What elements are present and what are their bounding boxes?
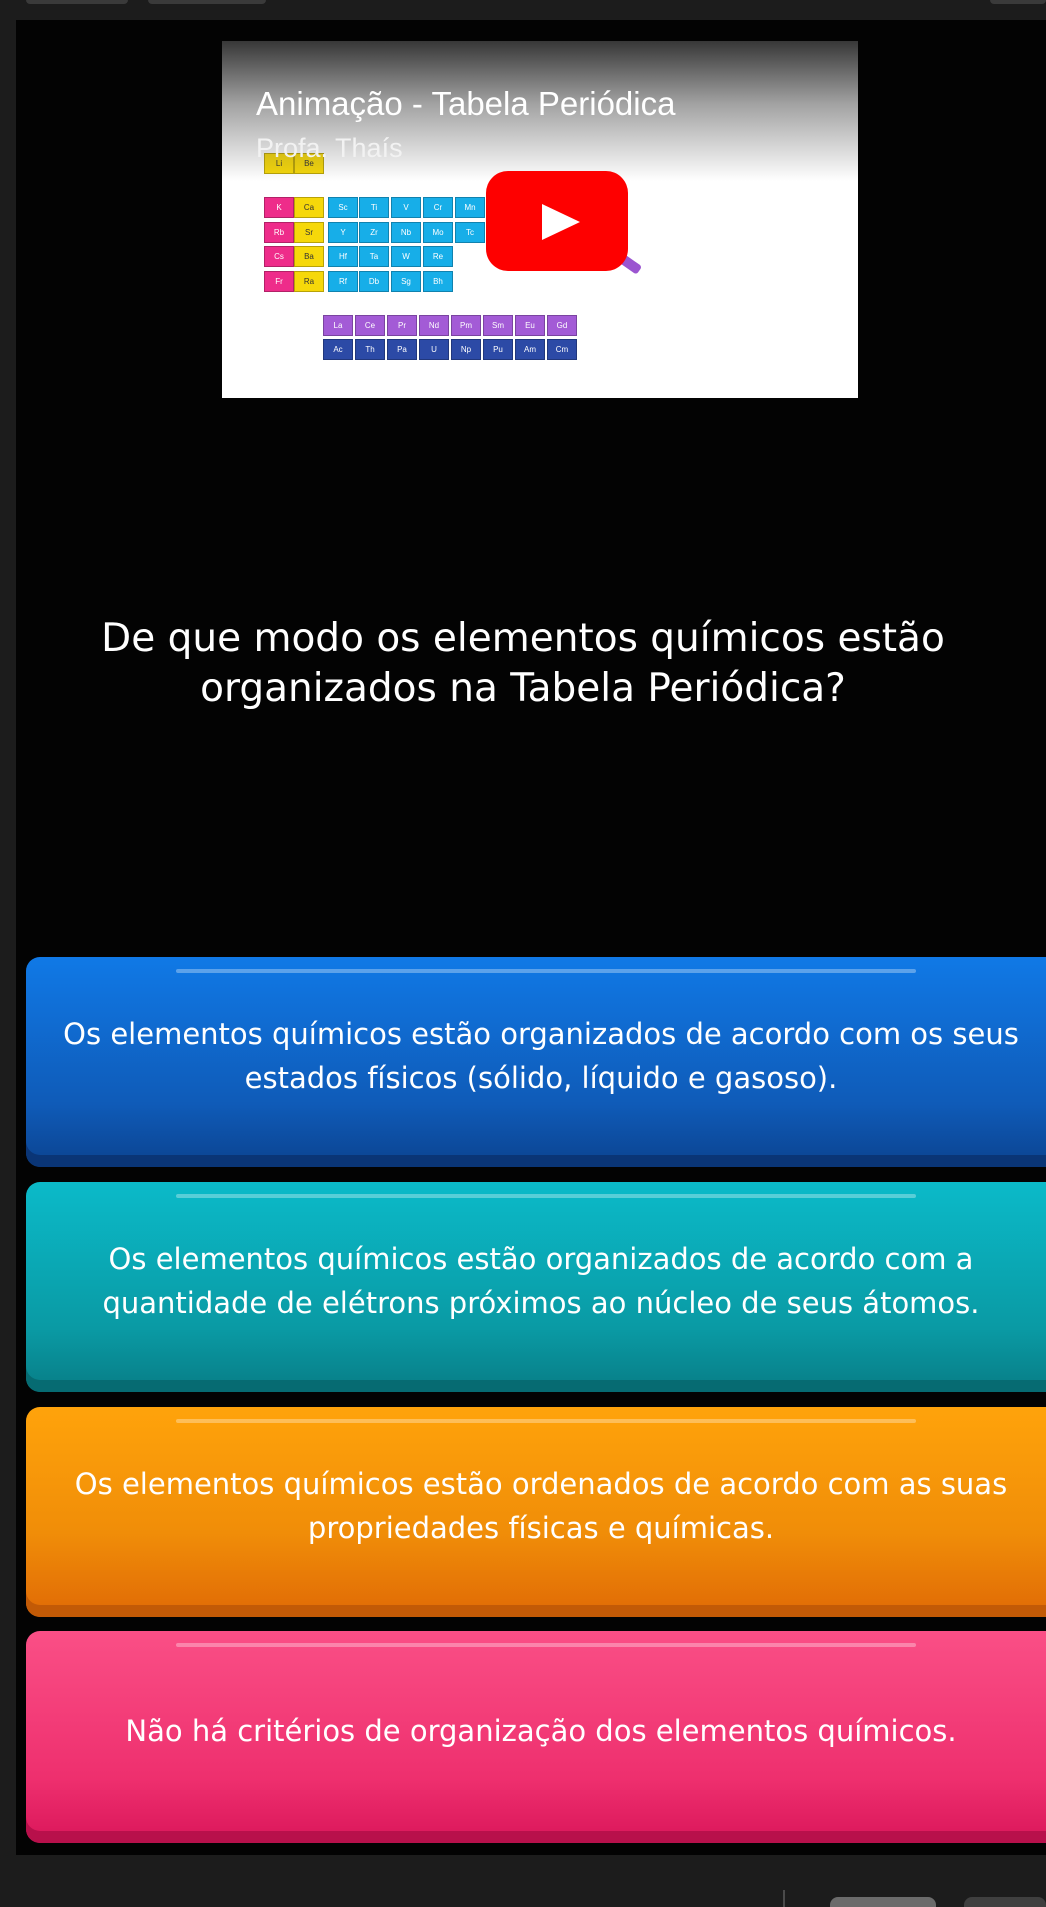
actinide-cell: Pu	[483, 339, 513, 360]
answer-option-1[interactable]: Os elementos químicos estão organizados …	[26, 957, 1046, 1167]
answer-option-4[interactable]: Não há critérios de organização dos elem…	[26, 1631, 1046, 1843]
element-cell: Y	[328, 222, 358, 243]
top-tab-indicator	[990, 0, 1046, 4]
video-title[interactable]: Animação - Tabela Periódica	[256, 85, 675, 123]
lanthanide-cell: Pm	[451, 315, 481, 336]
answer-label: Os elementos químicos estão ordenados de…	[74, 1467, 1008, 1545]
bottom-nav-pill[interactable]	[830, 1897, 936, 1907]
element-cell: Zr	[359, 222, 389, 243]
element-cell: Mn	[455, 197, 485, 218]
lanthanide-cell: Nd	[419, 315, 449, 336]
lanthanide-cell: Eu	[515, 315, 545, 336]
element-cell: Ba	[294, 246, 324, 267]
lanthanide-cell: Sm	[483, 315, 513, 336]
actinide-cell: Ac	[323, 339, 353, 360]
bottom-divider	[783, 1890, 785, 1907]
answer-option-3[interactable]: Os elementos químicos estão ordenados de…	[26, 1407, 1046, 1617]
element-cell: Hf	[328, 246, 358, 267]
actinide-cell: Pa	[387, 339, 417, 360]
top-tab-indicator	[26, 0, 128, 4]
quiz-panel: LiBeKCaScTiVCrMnRbSrYZrNbMoTcCsBaHfTaWRe…	[16, 20, 1046, 1855]
element-cell: Sc	[328, 197, 358, 218]
element-cell: Sr	[294, 222, 324, 243]
element-cell: Ta	[359, 246, 389, 267]
answer-label: Os elementos químicos estão organizados …	[102, 1242, 980, 1320]
element-cell: Ca	[294, 197, 324, 218]
lanthanide-cell: Ce	[355, 315, 385, 336]
element-cell: Fr	[264, 271, 294, 292]
actinide-cell: Np	[451, 339, 481, 360]
video-embed[interactable]: LiBeKCaScTiVCrMnRbSrYZrNbMoTcCsBaHfTaWRe…	[222, 41, 858, 398]
answer-label: Não há critérios de organização dos elem…	[125, 1714, 957, 1748]
actinide-cell: U	[419, 339, 449, 360]
element-cell: V	[391, 197, 421, 218]
element-cell: Mo	[423, 222, 453, 243]
element-cell: Rb	[264, 222, 294, 243]
question-text: De que modo os elementos químicos estão …	[0, 614, 1046, 714]
element-cell: Rf	[328, 271, 358, 292]
element-cell: W	[391, 246, 421, 267]
top-status-strip	[0, 0, 1046, 20]
element-cell: Tc	[455, 222, 485, 243]
element-cell: K	[264, 197, 294, 218]
actinide-cell: Am	[515, 339, 545, 360]
element-cell: Sg	[391, 271, 421, 292]
element-cell: Db	[359, 271, 389, 292]
answer-label: Os elementos químicos estão organizados …	[63, 1017, 1019, 1095]
actinide-cell: Th	[355, 339, 385, 360]
play-icon	[542, 204, 580, 240]
top-tab-indicator	[148, 0, 266, 4]
answer-option-2[interactable]: Os elementos químicos estão organizados …	[26, 1182, 1046, 1392]
element-cell: Ti	[359, 197, 389, 218]
lanthanide-cell: Pr	[387, 315, 417, 336]
lanthanide-cell: La	[323, 315, 353, 336]
element-cell: Cr	[423, 197, 453, 218]
element-cell: Re	[423, 246, 453, 267]
question-label: De que modo os elementos químicos estão …	[101, 616, 945, 711]
actinide-cell: Cm	[547, 339, 577, 360]
play-button[interactable]	[486, 171, 628, 271]
element-cell: Ra	[294, 271, 324, 292]
element-cell: Cs	[264, 246, 294, 267]
element-cell: Nb	[391, 222, 421, 243]
element-cell: Bh	[423, 271, 453, 292]
lanthanide-cell: Gd	[547, 315, 577, 336]
video-subtitle: Profa. Thaís	[256, 133, 403, 163]
bottom-nav-pill[interactable]	[964, 1897, 1046, 1907]
